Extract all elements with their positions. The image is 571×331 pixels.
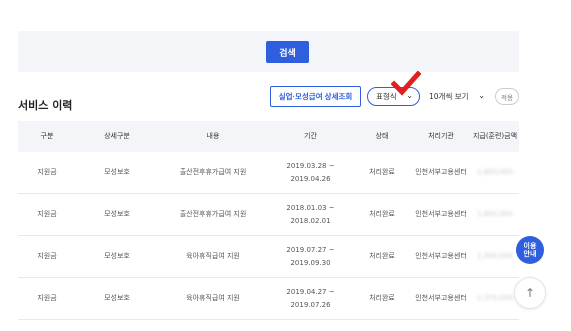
amount-cell: 1,800,000 (477, 210, 513, 219)
type-cell: 지원금 (37, 168, 57, 177)
period-end: 2019.07.26 (290, 300, 331, 309)
period-start: 2019.07.27 ~ (286, 246, 335, 255)
agency-cell: 인천서부고용센터 (415, 210, 467, 219)
content-cell: 육아휴직급여 지원 (186, 294, 240, 303)
search-panel: 검색 (18, 31, 519, 72)
section-title: 서비스 이력 (18, 99, 73, 112)
subtype-cell: 모성보호 (104, 168, 130, 177)
content-cell: 육아휴직급여 지원 (186, 252, 240, 261)
page-size-select[interactable]: 10개씩 보기 ⌄ (424, 87, 492, 106)
guide-label-line1: 이용 (523, 241, 537, 250)
header-cell: 기간 (304, 132, 317, 141)
subtype-cell: 모성보호 (104, 252, 130, 261)
amount-cell: 1,800,000 (477, 168, 513, 177)
usage-guide-button[interactable]: 이용 안내 (516, 236, 544, 264)
scroll-top-button[interactable]: ↑ (514, 277, 546, 309)
subtype-cell: 모성보호 (104, 294, 130, 303)
header-cell: 지급(훈련)금액 (472, 132, 518, 141)
page-size-value: 10개씩 보기 (429, 92, 469, 101)
period-end: 2019.04.26 (290, 174, 331, 183)
header-cell: 처리기관 (428, 132, 454, 141)
period-start: 2018.01.03 ~ (286, 204, 335, 213)
type-cell: 지원금 (37, 252, 57, 261)
type-cell: 지원금 (37, 210, 57, 219)
table-header: 구분 상세구분 내용 기간 상태 처리기관 지급(훈련)금액 (18, 121, 519, 152)
period-end: 2019.09.30 (290, 258, 331, 267)
period-start: 2019.04.27 ~ (286, 288, 335, 297)
header-cell: 상태 (375, 132, 389, 141)
header-cell: 상세구분 (104, 132, 130, 141)
period-cell: 2019.04.27 ~ 2019.07.26 (268, 286, 353, 311)
type-cell: 지원금 (37, 294, 57, 303)
search-button[interactable]: 검색 (266, 41, 309, 63)
status-cell: 처리완료 (369, 168, 395, 177)
checkmark-icon (391, 71, 421, 96)
table-row: 지원금 모성보호 출산전후휴가급여 지원 2018.01.03 ~ 2018.0… (18, 194, 519, 236)
status-cell: 처리완료 (369, 210, 395, 219)
agency-cell: 인천서부고용센터 (415, 294, 467, 303)
chevron-down-icon: ⌄ (478, 91, 485, 100)
amount-cell: 1,500,000 (477, 252, 513, 261)
subtype-cell: 모성보호 (104, 210, 130, 219)
status-cell: 처리완료 (369, 252, 395, 261)
header-cell: 구분 (40, 132, 54, 141)
period-cell: 2019.03.28 ~ 2019.04.26 (268, 160, 353, 185)
amount-cell: 2,375,000 (477, 294, 513, 303)
service-history-table: 구분 상세구분 내용 기간 상태 처리기관 지급(훈련)금액 지원금 모성보호 … (18, 121, 519, 320)
period-cell: 2018.01.03 ~ 2018.02.01 (268, 202, 353, 227)
table-row: 지원금 모성보호 출산전후휴가급여 지원 2019.03.28 ~ 2019.0… (18, 152, 519, 194)
agency-cell: 인천서부고용센터 (415, 252, 467, 261)
content-cell: 출산전후휴가급여 지원 (179, 210, 247, 219)
status-cell: 처리완료 (369, 294, 395, 303)
apply-button[interactable]: 적용 (495, 88, 519, 105)
arrow-up-icon: ↑ (524, 286, 536, 300)
content-cell: 출산전후휴가급여 지원 (179, 168, 247, 177)
table-row: 지원금 모성보호 육아휴직급여 지원 2019.07.27 ~ 2019.09.… (18, 236, 519, 278)
period-end: 2018.02.01 (290, 216, 331, 225)
period-start: 2019.03.28 ~ (286, 162, 335, 171)
header-cell: 내용 (206, 132, 220, 141)
agency-cell: 인천서부고용센터 (415, 168, 467, 177)
detail-inquiry-button[interactable]: 실업·모성급여 상세조회 (270, 86, 361, 107)
period-cell: 2019.07.27 ~ 2019.09.30 (268, 244, 353, 269)
table-row: 지원금 모성보호 육아휴직급여 지원 2019.04.27 ~ 2019.07.… (18, 278, 519, 320)
guide-label-line2: 안내 (523, 250, 537, 258)
